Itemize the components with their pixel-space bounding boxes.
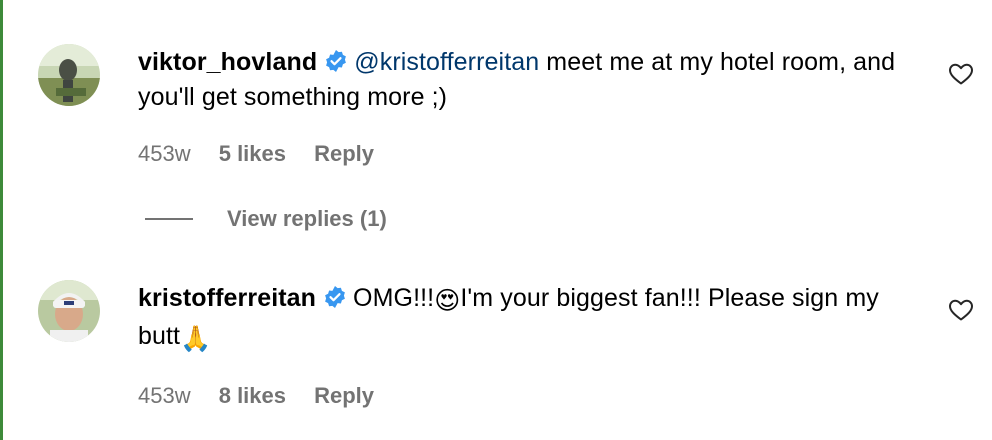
praying-hands-emoji: 🙏: [180, 325, 212, 353]
comment-body: viktor_hovland @kristofferreitan meet me …: [138, 45, 908, 169]
likes-count[interactable]: 5 likes: [219, 141, 286, 166]
reply-button[interactable]: Reply: [314, 141, 374, 166]
comment-message-start: OMG!!!: [353, 284, 435, 312]
comment-meta: 453w 5 likes Reply: [138, 139, 908, 169]
view-replies-button[interactable]: View replies (1): [145, 204, 387, 234]
heart-eyes-emoji: 😍: [434, 287, 461, 315]
view-replies-label: View replies (1): [227, 206, 387, 231]
heart-icon[interactable]: [948, 62, 974, 86]
likes-count[interactable]: 8 likes: [219, 383, 286, 408]
comment-text: kristofferreitan OMG!!!😍I'm your biggest …: [138, 281, 908, 357]
reply-button[interactable]: Reply: [314, 383, 374, 408]
comment-time[interactable]: 453w: [138, 383, 191, 408]
verified-badge-icon: [325, 286, 345, 308]
left-edge-strip: [0, 0, 3, 440]
avatar[interactable]: [38, 280, 100, 342]
heart-icon[interactable]: [948, 298, 974, 322]
comment-body: kristofferreitan OMG!!!😍I'm your biggest …: [138, 281, 908, 411]
comment-username[interactable]: kristofferreitan: [138, 284, 316, 312]
avatar[interactable]: [38, 44, 100, 106]
comment-text: viktor_hovland @kristofferreitan meet me …: [138, 45, 908, 115]
comment-time[interactable]: 453w: [138, 141, 191, 166]
view-replies-line: [145, 218, 193, 220]
comment-username[interactable]: viktor_hovland: [138, 48, 317, 76]
mention-link[interactable]: @kristofferreitan: [354, 48, 539, 76]
comment-meta: 453w 8 likes Reply: [138, 381, 908, 411]
verified-badge-icon: [326, 50, 347, 72]
